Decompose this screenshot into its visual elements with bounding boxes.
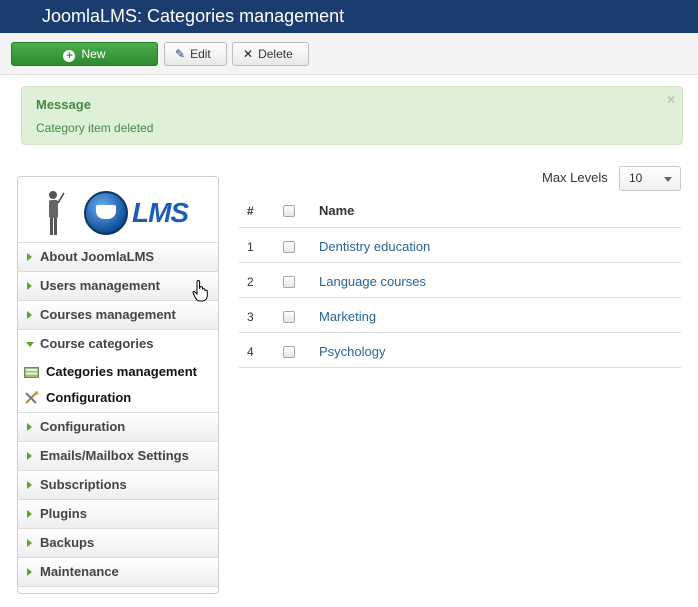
arrow-right-icon <box>27 423 32 431</box>
sidebar: LMS About JoomlaLMS Users management Cou… <box>17 176 219 594</box>
edit-button[interactable]: ✎ Edit <box>164 42 227 66</box>
max-levels-value: 10 <box>629 171 643 185</box>
tools-icon <box>25 391 39 404</box>
category-link[interactable]: Language courses <box>319 274 426 289</box>
sidebar-item-label: Subscriptions <box>40 477 127 492</box>
sidebar-item-label: Plugins <box>40 506 87 521</box>
teacher-figure-icon <box>49 191 65 235</box>
select-all-checkbox[interactable] <box>283 205 295 217</box>
sidebar-item-label: Maintenance <box>40 564 119 579</box>
new-button-label: New <box>81 47 106 61</box>
delete-button-label: Delete <box>258 47 293 61</box>
row-number: 4 <box>247 345 254 359</box>
sidebar-item-label: Emails/Mailbox Settings <box>40 448 189 463</box>
success-message: Message Category item deleted × <box>21 86 683 145</box>
delete-button[interactable]: ✕ Delete <box>232 42 309 66</box>
row-checkbox[interactable] <box>283 346 295 358</box>
chevron-down-icon <box>664 177 672 182</box>
close-icon[interactable]: × <box>667 91 675 107</box>
plus-circle-icon: + <box>63 50 76 62</box>
row-checkbox[interactable] <box>283 311 295 323</box>
max-levels-select[interactable]: 10 <box>619 166 681 191</box>
categories-table: # Name 1 Dentistry education 2 Language … <box>239 192 681 368</box>
max-levels-label: Max Levels <box>542 170 608 185</box>
arrow-down-icon <box>26 342 34 347</box>
category-link[interactable]: Marketing <box>319 309 376 324</box>
sidebar-item-label: About JoomlaLMS <box>40 249 155 264</box>
category-link[interactable]: Dentistry education <box>319 239 430 254</box>
sidebar-item-backups[interactable]: Backups <box>18 529 218 558</box>
row-number: 1 <box>247 240 254 254</box>
message-heading: Message <box>36 97 91 112</box>
sidebar-item-label: Categories management <box>46 364 197 379</box>
category-link[interactable]: Psychology <box>319 344 385 359</box>
table-row: 2 Language courses <box>239 263 681 298</box>
new-button[interactable]: + New <box>11 42 158 66</box>
row-checkbox[interactable] <box>283 241 295 253</box>
arrow-right-icon <box>27 282 32 290</box>
row-number: 3 <box>247 310 254 324</box>
row-checkbox[interactable] <box>283 276 295 288</box>
table-row: 4 Psychology <box>239 333 681 368</box>
sidebar-item-label: Backups <box>40 535 95 550</box>
logo-text: LMS <box>132 197 189 228</box>
message-text: Category item deleted <box>36 121 154 135</box>
page-title: JoomlaLMS: Categories management <box>42 6 345 26</box>
column-header-number: # <box>247 204 254 218</box>
hand-cursor-icon <box>192 280 208 302</box>
sidebar-item-label: Configuration <box>46 390 132 405</box>
sidebar-item-course-categories[interactable]: Course categories <box>18 330 218 359</box>
sidebar-item-label: Course categories <box>40 336 154 351</box>
sidebar-item-label: Configuration <box>40 419 126 434</box>
categories-icon <box>24 367 39 378</box>
arrow-right-icon <box>27 253 32 261</box>
arrow-right-icon <box>27 452 32 460</box>
table-row: 1 Dentistry education <box>239 228 681 263</box>
arrow-right-icon <box>27 481 32 489</box>
joomlalms-logo: LMS <box>18 177 218 243</box>
table-row: 3 Marketing <box>239 298 681 333</box>
delete-x-icon: ✕ <box>243 47 254 61</box>
sidebar-item-emails[interactable]: Emails/Mailbox Settings <box>18 442 218 471</box>
column-header-name[interactable]: Name <box>319 203 354 218</box>
sidebar-item-label: Users management <box>40 278 160 293</box>
sidebar-item-subscriptions[interactable]: Subscriptions <box>18 471 218 500</box>
sidebar-item-courses[interactable]: Courses management <box>18 301 218 330</box>
app-header: JoomlaLMS: Categories management <box>0 0 698 33</box>
sidebar-item-users[interactable]: Users management <box>18 272 218 301</box>
sidebar-item-about[interactable]: About JoomlaLMS <box>18 243 218 272</box>
arrow-right-icon <box>27 311 32 319</box>
sidebar-item-maintenance[interactable]: Maintenance <box>18 558 218 587</box>
arrow-right-icon <box>27 539 32 547</box>
edit-button-label: Edit <box>190 47 211 61</box>
table-header-row: # Name <box>239 192 681 228</box>
arrow-right-icon <box>27 568 32 576</box>
toolbar: + New ✎ Edit ✕ Delete <box>0 33 698 75</box>
sidebar-item-configuration[interactable]: Configuration <box>18 413 218 442</box>
arrow-right-icon <box>27 510 32 518</box>
sidebar-item-label: Courses management <box>40 307 176 322</box>
sidebar-subitem-configuration[interactable]: Configuration <box>18 385 218 413</box>
sidebar-subitem-categories-management[interactable]: Categories management <box>18 359 218 385</box>
lms-globe-icon <box>84 191 128 235</box>
row-number: 2 <box>247 275 254 289</box>
edit-icon: ✎ <box>175 47 186 61</box>
sidebar-item-plugins[interactable]: Plugins <box>18 500 218 529</box>
